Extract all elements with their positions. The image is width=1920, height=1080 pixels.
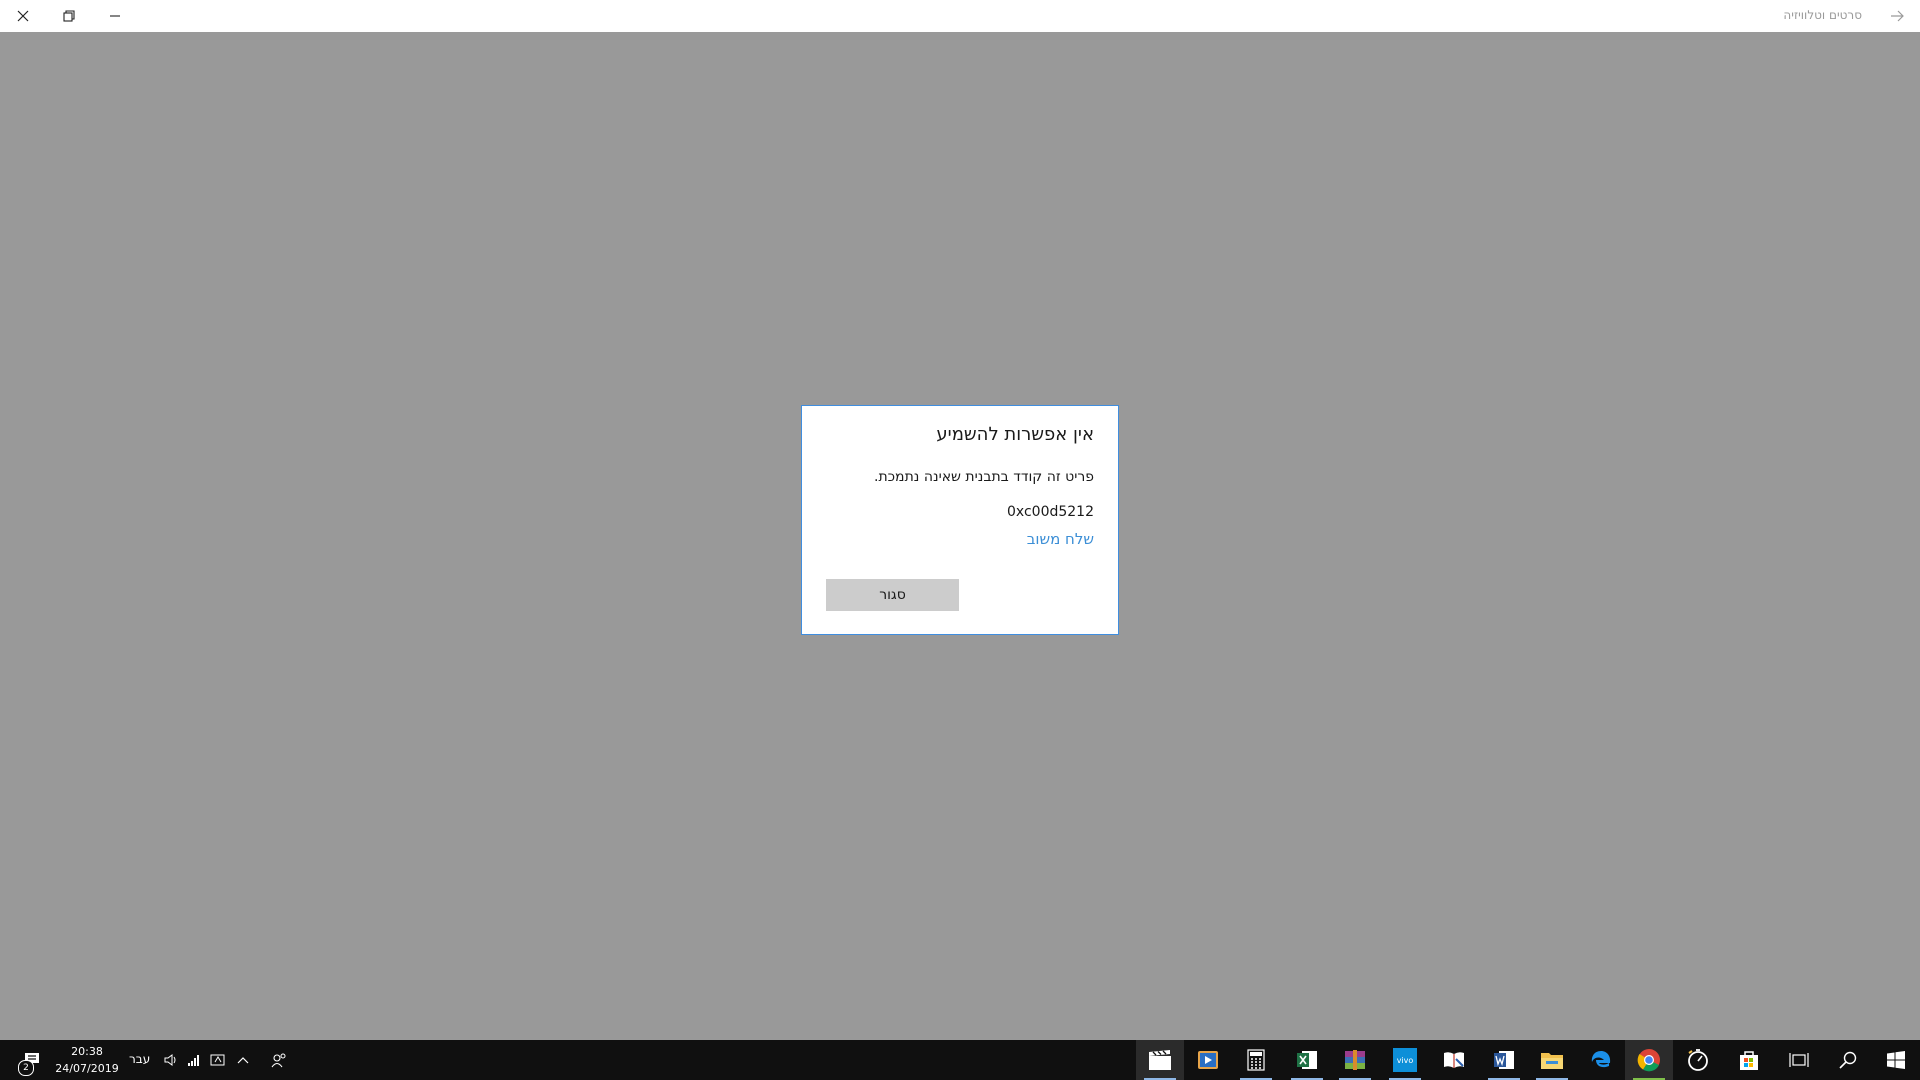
action-center-button[interactable] <box>12 1040 52 1080</box>
system-clock[interactable]: 20:38 24/07/2019 <box>52 1043 122 1077</box>
taskbar-app-word[interactable] <box>1480 1040 1528 1080</box>
restore-window-button[interactable] <box>46 0 92 32</box>
send-feedback-link[interactable]: שלח משוב <box>1027 530 1094 548</box>
battery-saver-button[interactable] <box>207 1040 229 1080</box>
show-hidden-icons-button[interactable] <box>232 1040 254 1080</box>
task-view-button[interactable] <box>1775 1040 1823 1080</box>
volume-button[interactable] <box>160 1040 182 1080</box>
taskbar-app-media-player[interactable] <box>1184 1040 1232 1080</box>
task-view-icon <box>1789 1053 1809 1067</box>
notification-count-badge: 2 <box>18 1060 34 1076</box>
excel-icon <box>1297 1051 1317 1069</box>
dialog-message: פריט זה קודד בתבנית שאינה נתמכת. <box>874 469 1094 485</box>
title-bar: סרטים וטלוויזיה <box>0 0 1920 32</box>
close-icon <box>17 10 29 22</box>
store-icon <box>1740 1051 1758 1070</box>
taskbar-app-reader[interactable] <box>1430 1040 1478 1080</box>
restore-icon <box>63 10 75 22</box>
chevron-up-icon <box>237 1057 249 1064</box>
word-icon <box>1494 1051 1514 1069</box>
clapperboard-icon <box>1149 1050 1171 1070</box>
device-icon <box>210 1054 225 1066</box>
error-dialog: אין אפשרות להשמיע פריט זה קודד בתבנית שא… <box>801 405 1119 635</box>
search-icon <box>1839 1051 1857 1069</box>
close-window-button[interactable] <box>0 0 46 32</box>
speaker-icon <box>164 1054 176 1066</box>
windows-logo-icon <box>1887 1051 1905 1069</box>
network-button[interactable] <box>183 1040 205 1080</box>
stopwatch-icon <box>1688 1049 1708 1071</box>
folder-icon <box>1541 1053 1563 1069</box>
taskbar: 20:38 24/07/2019 עבר vivo <box>0 1040 1920 1080</box>
language-indicator[interactable]: עבר <box>129 1052 150 1066</box>
chrome-icon <box>1637 1049 1660 1072</box>
taskbar-app-movies-tv[interactable] <box>1136 1040 1184 1080</box>
taskbar-app-winrar[interactable] <box>1331 1040 1379 1080</box>
taskbar-app-edge[interactable] <box>1577 1040 1625 1080</box>
people-button[interactable] <box>266 1040 292 1080</box>
window-title: סרטים וטלוויזיה <box>1783 8 1862 22</box>
winrar-icon <box>1345 1050 1365 1070</box>
edge-icon <box>1591 1051 1611 1068</box>
error-code: 0xc00d5212 <box>1007 504 1094 520</box>
clock-date: 24/07/2019 <box>55 1062 119 1075</box>
minimize-icon <box>110 15 120 17</box>
taskbar-app-excel[interactable] <box>1283 1040 1331 1080</box>
clock-time: 20:38 <box>71 1045 103 1058</box>
desktop-screen: סרטים וטלוויזיה אין אפשרות להשמיע פריט ז… <box>0 0 1920 1080</box>
taskbar-app-alarms[interactable] <box>1674 1040 1722 1080</box>
taskbar-app-store[interactable] <box>1725 1040 1773 1080</box>
minimize-window-button[interactable] <box>92 0 138 32</box>
svg-text:vivo: vivo <box>1397 1056 1414 1065</box>
book-icon <box>1444 1052 1464 1068</box>
calculator-icon <box>1247 1049 1265 1071</box>
media-player-icon <box>1198 1051 1218 1069</box>
close-button[interactable]: סגור <box>826 579 959 611</box>
taskbar-app-calculator[interactable] <box>1232 1040 1280 1080</box>
vivo-icon: vivo <box>1393 1048 1417 1072</box>
taskbar-app-vivo[interactable]: vivo <box>1381 1040 1429 1080</box>
start-button[interactable] <box>1872 1040 1920 1080</box>
search-button[interactable] <box>1824 1040 1872 1080</box>
arrow-right-icon <box>1891 10 1904 22</box>
signal-bars-icon <box>188 1055 199 1066</box>
taskbar-app-file-explorer[interactable] <box>1528 1040 1576 1080</box>
back-button[interactable] <box>1874 0 1920 32</box>
taskbar-app-chrome[interactable] <box>1625 1040 1673 1080</box>
people-icon <box>271 1053 286 1068</box>
dialog-title: אין אפשרות להשמיע <box>936 424 1094 445</box>
